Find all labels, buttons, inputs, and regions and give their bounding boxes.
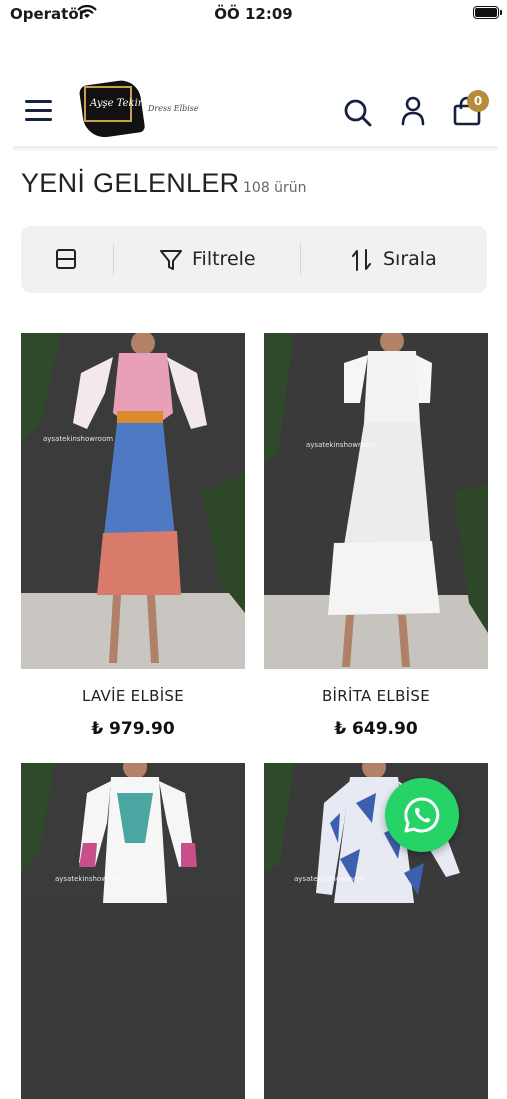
menu-icon-line: [25, 109, 52, 112]
dress-photo: [21, 333, 245, 669]
image-watermark: aysatekinshowroom: [306, 441, 377, 449]
product-name[interactable]: LAVİE ELBİSE: [21, 687, 245, 705]
sort-icon: [352, 249, 371, 271]
product-price: ₺ 649.90: [334, 719, 418, 739]
whatsapp-button[interactable]: [385, 778, 459, 852]
brand-logo[interactable]: Ayşe Tekin Dress Elbise: [78, 78, 208, 142]
grid-layout-icon: [56, 249, 76, 269]
product-name[interactable]: BİRİTA ELBİSE: [264, 687, 488, 705]
dress-photo: [264, 333, 488, 669]
image-watermark: aysatekinshowroom: [43, 435, 114, 443]
logo-tagline: Dress Elbise: [148, 104, 199, 113]
filter-icon: [160, 250, 182, 270]
toolbar-divider: [300, 244, 301, 275]
list-toolbar: Filtrele Sırala: [21, 226, 487, 293]
user-icon[interactable]: [401, 96, 425, 126]
whatsapp-icon: [404, 797, 440, 833]
sort-label: Sırala: [383, 248, 437, 270]
sort-button[interactable]: Sırala: [302, 226, 487, 293]
cart-count-badge: 0: [467, 90, 489, 112]
logo-script-text: Ayşe Tekin: [90, 98, 145, 109]
battery-icon: [473, 6, 502, 19]
filter-button[interactable]: Filtrele: [114, 226, 300, 293]
page-title: YENİ GELENLER: [21, 168, 240, 198]
product-image[interactable]: aysatekinshowroom: [264, 333, 488, 669]
product-price: ₺ 979.90: [91, 719, 175, 739]
layout-toggle-button[interactable]: [21, 226, 113, 293]
menu-icon-line: [25, 118, 52, 121]
product-image[interactable]: aysatekinshowroom: [21, 333, 245, 669]
product-image[interactable]: aysatekinshowroom: [21, 763, 245, 1099]
header-divider: [12, 146, 498, 152]
search-icon[interactable]: [343, 98, 373, 128]
menu-button[interactable]: [25, 100, 53, 122]
product-card[interactable]: aysatekinshowroom LAVİE ELBİSE ₺ 979.90: [21, 333, 245, 743]
product-count: 108 ürün: [243, 180, 307, 196]
status-bar: Operatör ÖÖ 12:09: [0, 0, 507, 30]
product-card[interactable]: aysatekinshowroom BİRİTA ELBİSE ₺ 649.90: [264, 333, 488, 743]
image-watermark: aysatekinshowroom: [55, 875, 126, 883]
status-clock: ÖÖ 12:09: [214, 5, 293, 23]
app-header: Ayşe Tekin Dress Elbise 0: [0, 78, 507, 146]
filter-label: Filtrele: [192, 248, 256, 270]
image-watermark: aysatekinshowroom: [294, 875, 365, 883]
product-card[interactable]: aysatekinshowroom: [21, 763, 245, 1099]
menu-icon: [25, 100, 52, 103]
